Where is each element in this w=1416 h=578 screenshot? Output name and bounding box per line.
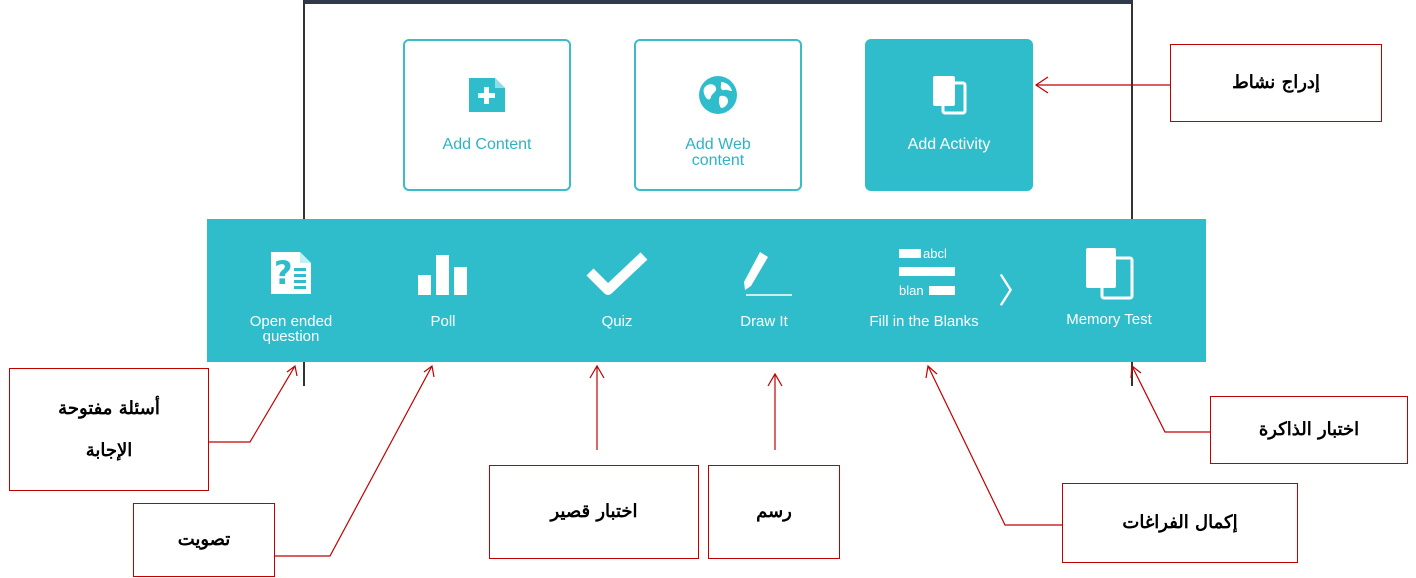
fill-blanks-icon-text-top: abcl — [923, 246, 947, 261]
add-content-card[interactable]: Add Content — [403, 39, 571, 191]
checkmark-icon — [586, 246, 648, 300]
fill-blanks-icon: abcl blan — [889, 246, 959, 300]
callout-fill-blanks-text: إكمال الفراغات — [1122, 512, 1238, 533]
open-ended-question-label: Open ended question — [250, 314, 333, 344]
add-document-icon — [465, 73, 509, 117]
draw-it-tool[interactable]: Draw It — [724, 219, 804, 362]
callout-open-questions-line2: الإجابة — [85, 439, 133, 461]
callout-memory-test: اختبار الذاكرة — [1210, 396, 1408, 464]
add-activity-card[interactable]: Add Activity — [865, 39, 1033, 191]
bar-chart-icon — [414, 246, 472, 300]
memory-test-label: Memory Test — [1066, 311, 1152, 328]
callout-short-quiz-text: اختبار قصير — [550, 501, 638, 522]
add-web-content-card[interactable]: Add Web content — [634, 39, 802, 191]
fill-in-the-blanks-tool[interactable]: abcl blan Fill in the Blanks — [849, 219, 999, 362]
callout-open-questions: أسئلة مفتوحة الإجابة — [9, 368, 209, 491]
callout-poll-text: تصويت — [177, 529, 231, 550]
svg-text:?: ? — [274, 254, 293, 292]
callout-memory-test-text: اختبار الذاكرة — [1258, 419, 1360, 440]
add-web-content-label: Add Web content — [685, 137, 751, 169]
callout-insert-activity-text: إدراج نشاط — [1232, 72, 1320, 93]
quiz-label: Quiz — [601, 313, 633, 330]
draw-it-label: Draw It — [740, 313, 788, 330]
add-activity-label: Add Activity — [907, 136, 991, 153]
fill-in-the-blanks-label: Fill in the Blanks — [869, 313, 979, 330]
open-ended-label-line2: question — [262, 328, 320, 345]
open-ended-question-tool[interactable]: ? Open ended question — [237, 219, 345, 362]
add-web-label-line2: content — [691, 152, 745, 169]
add-web-label-line1: Add Web — [685, 136, 751, 153]
fill-blanks-icon-text-bottom: blan — [899, 283, 924, 298]
pencil-icon — [734, 246, 794, 300]
callout-draw: رسم — [708, 465, 840, 559]
callout-short-quiz: اختبار قصير — [489, 465, 699, 559]
memory-test-tool[interactable]: Memory Test — [1053, 219, 1165, 362]
chevron-right-icon[interactable]: 〉 — [998, 275, 1032, 309]
callout-open-questions-line1: أسئلة مفتوحة — [58, 397, 160, 419]
callout-poll: تصويت — [133, 503, 275, 577]
poll-label: Poll — [430, 313, 456, 330]
globe-icon — [696, 73, 740, 117]
callout-fill-blanks: إكمال الفراغات — [1062, 483, 1298, 563]
poll-tool[interactable]: Poll — [403, 219, 483, 362]
annotated-screenshot: Add Content Add Web content Add Activity… — [0, 0, 1416, 578]
callout-insert-activity: إدراج نشاط — [1170, 44, 1382, 122]
add-content-label: Add Content — [442, 136, 532, 153]
cards-icon — [1080, 244, 1138, 304]
cards-icon — [927, 73, 971, 117]
quiz-tool[interactable]: Quiz — [577, 219, 657, 362]
question-document-icon: ? — [268, 246, 314, 300]
activity-toolbar: ? Open ended question Poll Quiz Draw It … — [207, 219, 1206, 362]
callout-draw-text: رسم — [756, 501, 792, 522]
